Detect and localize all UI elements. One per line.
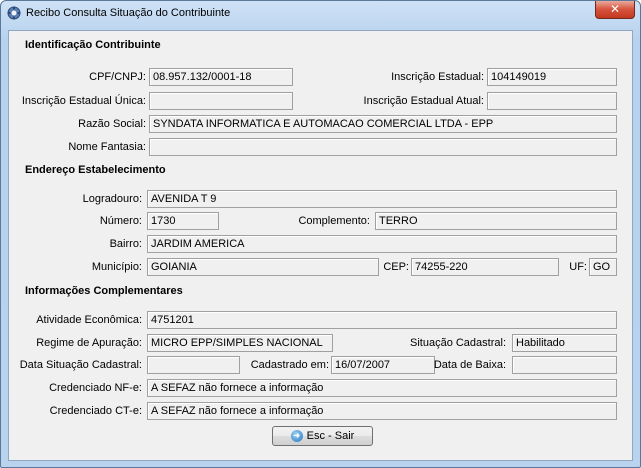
- section-identificacao-title: Identificação Contribuinte: [25, 39, 161, 51]
- numero-field[interactable]: 1730: [147, 212, 219, 230]
- cpf-cnpj-label: CPF/CNPJ:: [89, 71, 146, 83]
- close-icon: ✕: [609, 2, 621, 16]
- exit-button[interactable]: ➜ Esc - Sair: [272, 426, 373, 446]
- situacao-label: Situação Cadastral:: [410, 337, 506, 349]
- data-situacao-label: Data Situação Cadastral:: [19, 359, 142, 371]
- uf-field[interactable]: GO: [589, 258, 617, 276]
- numero-label: Número:: [99, 215, 142, 227]
- logradouro-field[interactable]: AVENIDA T 9: [147, 190, 617, 208]
- atividade-field[interactable]: 4751201: [147, 311, 617, 329]
- app-icon: [7, 6, 21, 20]
- atividade-label: Atividade Econômica:: [36, 314, 142, 326]
- close-button[interactable]: ✕: [595, 1, 635, 19]
- municipio-field[interactable]: GOIANIA: [147, 258, 379, 276]
- inscricao-unica-label: Inscrição Estadual Única:: [21, 95, 146, 107]
- logradouro-label: Logradouro:: [82, 193, 142, 205]
- cep-label: CEP:: [383, 261, 409, 273]
- inscricao-atual-label: Inscrição Estadual Atual:: [363, 95, 484, 107]
- inscricao-unica-field[interactable]: [149, 92, 293, 110]
- cpf-cnpj-field[interactable]: 08.957.132/0001-18: [149, 68, 293, 86]
- municipio-label: Município:: [91, 261, 142, 273]
- inscricao-estadual-label: Inscrição Estadual:: [391, 71, 484, 83]
- section-endereco-title: Endereço Estabelecimento: [25, 164, 166, 176]
- uf-label: UF:: [569, 261, 587, 273]
- dialog-content: Identificação Contribuinte CPF/CNPJ: 08.…: [8, 30, 633, 461]
- cep-field[interactable]: 74255-220: [411, 258, 559, 276]
- nome-fantasia-field[interactable]: [149, 138, 617, 156]
- regime-field[interactable]: MICRO EPP/SIMPLES NACIONAL: [147, 334, 333, 352]
- exit-button-label: Esc - Sair: [306, 430, 355, 442]
- bairro-label: Bairro:: [109, 238, 142, 250]
- section-complementares-title: Informações Complementares: [25, 285, 183, 297]
- inscricao-estadual-field[interactable]: 104149019: [487, 68, 617, 86]
- window-title: Recibo Consulta Situação do Contribuinte: [26, 7, 231, 19]
- data-baixa-label: Data de Baixa:: [433, 359, 506, 371]
- nome-fantasia-label: Nome Fantasia:: [68, 141, 146, 153]
- nfe-field[interactable]: A SEFAZ não fornece a informação: [147, 379, 617, 397]
- cadastrado-field[interactable]: 16/07/2007: [331, 356, 435, 374]
- exit-arrow-icon: ➜: [290, 430, 303, 442]
- cte-field[interactable]: A SEFAZ não fornece a informação: [147, 402, 617, 420]
- nfe-label: Credenciado NF-e:: [49, 382, 142, 394]
- data-situacao-field[interactable]: [147, 356, 240, 374]
- cte-label: Credenciado CT-e:: [49, 405, 142, 417]
- inscricao-atual-field[interactable]: [487, 92, 617, 110]
- situacao-field[interactable]: Habilitado: [512, 334, 617, 352]
- razao-social-field[interactable]: SYNDATA INFORMATICA E AUTOMACAO COMERCIA…: [149, 115, 617, 133]
- complemento-field[interactable]: TERRO: [375, 212, 617, 230]
- regime-label: Regime de Apuração:: [36, 337, 142, 349]
- title-bar[interactable]: Recibo Consulta Situação do Contribuinte…: [1, 1, 640, 27]
- data-baixa-field[interactable]: [512, 356, 617, 374]
- bairro-field[interactable]: JARDIM AMERICA: [147, 235, 617, 253]
- razao-social-label: Razão Social:: [78, 118, 146, 130]
- cadastrado-label: Cadastrado em:: [250, 359, 329, 371]
- complemento-label: Complemento:: [298, 215, 370, 227]
- dialog-window: Recibo Consulta Situação do Contribuinte…: [0, 0, 641, 468]
